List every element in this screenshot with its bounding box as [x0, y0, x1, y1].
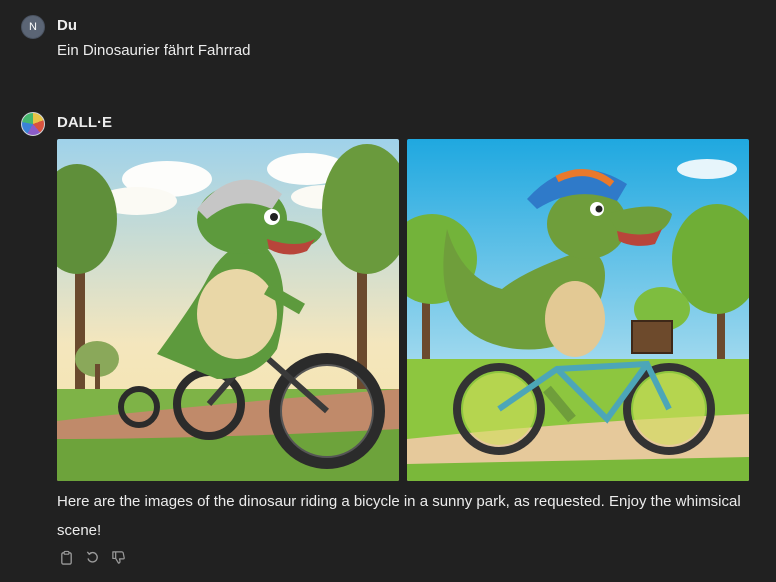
dinosaur-basket-bike-illustration: [407, 139, 749, 481]
user-message-text: Ein Dinosaurier fährt Fahrrad: [57, 42, 251, 59]
dinosaur-training-wheels-illustration: [57, 139, 399, 481]
thumbs-down-button[interactable]: [109, 548, 127, 566]
user-avatar: N: [21, 15, 45, 39]
assistant-author-name: DALL·E: [57, 114, 112, 131]
regenerate-button[interactable]: [83, 548, 101, 566]
regenerate-icon: [86, 550, 98, 563]
assistant-message-text: Here are the images of the dinosaur ridi…: [57, 493, 741, 539]
thumbs-down-icon: [111, 550, 125, 564]
dalle-logo-icon: [21, 112, 45, 136]
generated-images-grid: [57, 139, 749, 481]
user-author-name: Du: [57, 17, 77, 34]
copy-button[interactable]: [57, 548, 75, 566]
generated-image-2[interactable]: [407, 139, 749, 481]
copy-icon: [60, 550, 72, 565]
user-avatar-initial: N: [29, 21, 37, 33]
message-actions: [57, 548, 127, 566]
generated-image-1[interactable]: [57, 139, 399, 481]
